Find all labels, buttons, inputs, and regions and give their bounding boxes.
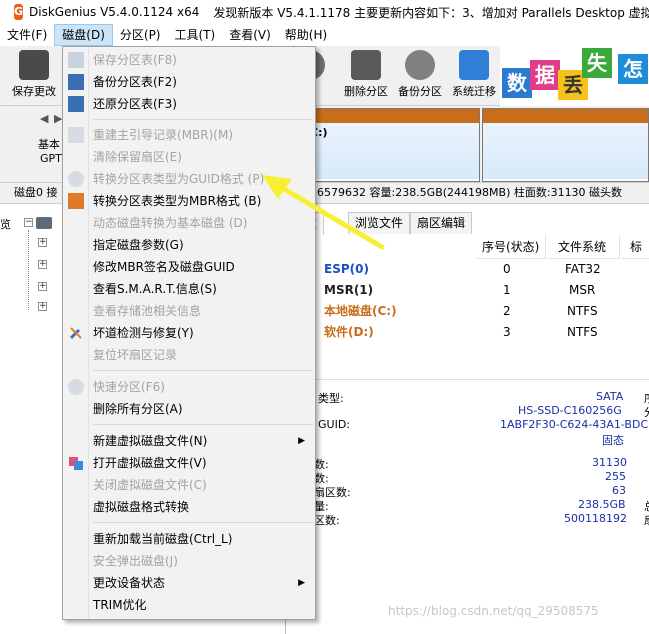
detail-label: 类型: [318, 392, 344, 405]
tab-sector-edit[interactable]: 扇区编辑 [410, 212, 473, 234]
detail-value: 63 [612, 484, 626, 497]
backup-partition-button[interactable]: 备份分区 [392, 48, 448, 102]
submenu-arrow-icon: ▶ [298, 578, 305, 588]
menu-item-change-device-state[interactable]: 更改设备状态 ▶ [63, 572, 315, 594]
partition-block-d[interactable] [482, 108, 649, 182]
menu-item-delete-all-partitions[interactable]: 删除所有分区(A) [63, 398, 315, 420]
disk-info-left: 磁盘0 接 [14, 186, 58, 199]
watermark: https://blog.csdn.net/qq_29508575 [388, 604, 599, 618]
prev-disk-icon[interactable]: ◀ [40, 112, 48, 125]
menu-item-open-virtual-disk[interactable]: 打开虚拟磁盘文件(V) [63, 452, 315, 474]
disk-menu-dropdown: 保存分区表(F8) 备份分区表(F2) 还原分区表(F3) 重建主引导记录(MB… [62, 46, 316, 620]
menu-file[interactable]: 文件(F) [0, 24, 54, 46]
banner-char: 失 [582, 48, 612, 78]
title-bar: G DiskGenius V5.4.0.1124 x64 发现新版本 V5.4.… [0, 0, 649, 24]
tree-expand-icon[interactable]: + [38, 260, 47, 269]
tree-edge-label: 览 [0, 218, 11, 231]
menu-item-reset-bad-sectors[interactable]: 复位坏扇区记录 [63, 344, 315, 366]
trash-icon [351, 50, 381, 80]
column-header-filesystem[interactable]: 文件系统 [548, 235, 620, 259]
detail-value: 1ABF2F30-C624-43A1-BDC [500, 418, 649, 431]
detail-value: 31130 [592, 456, 627, 469]
menu-item-virtual-disk-convert[interactable]: 虚拟磁盘格式转换 [63, 496, 315, 518]
submenu-arrow-icon: ▶ [298, 436, 305, 446]
annotation-arrow-icon [262, 175, 385, 250]
menu-item-new-virtual-disk[interactable]: 新建虚拟磁盘文件(N) ▶ [63, 430, 315, 452]
hard-disk-icon[interactable] [36, 217, 52, 229]
menu-item-modify-mbr-signature[interactable]: 修改MBR签名及磁盘GUID [63, 256, 315, 278]
detail-value: 238.5GB [578, 498, 626, 511]
table-row[interactable]: ESP(0) 0 FAT32 [286, 259, 649, 280]
table-restore-icon [68, 96, 84, 112]
banner-char: 数 [502, 68, 532, 98]
update-notice[interactable]: 发现新版本 V5.4.1.1178 主要更新内容如下：3、增加对 Paralle… [213, 4, 649, 21]
menu-view[interactable]: 查看(V) [222, 24, 278, 46]
menu-item-storage-pool-info[interactable]: 查看存储池相关信息 [63, 300, 315, 322]
table-row[interactable]: MSR(1) 1 MSR [286, 280, 649, 301]
save-changes-button[interactable]: 保存更改 [6, 48, 62, 102]
detail-label: GUID: [318, 418, 350, 431]
partition-block-label: (C:) [305, 126, 328, 139]
virtual-disk-icon [68, 455, 84, 471]
detail-label: 扇 [644, 512, 649, 528]
menu-item-reload-disk[interactable]: 重新加载当前磁盘(Ctrl_L) [63, 528, 315, 550]
detail-value: 500118192 [564, 512, 627, 525]
menu-item-backup-partition-table[interactable]: 备份分区表(F2) [63, 71, 315, 93]
tree-expand-icon[interactable]: + [38, 282, 47, 291]
delete-partition-button[interactable]: 删除分区 [338, 48, 394, 102]
convert-icon [68, 171, 84, 187]
menu-disk[interactable]: 磁盘(D) [54, 24, 113, 46]
table-row[interactable]: 本地磁盘(C:) 2 NTFS [286, 301, 649, 322]
ad-banner[interactable]: 数 据 丢 失 怎 [500, 46, 649, 106]
table-backup-icon [68, 74, 84, 90]
table-row[interactable]: 软件(D:) 3 NTFS [286, 322, 649, 343]
column-header-flag[interactable]: 标识 [622, 235, 649, 259]
menu-item-rebuild-mbr[interactable]: 重建主引导记录(MBR)(M) [63, 124, 315, 146]
diskgenius-logo-icon: G [14, 4, 24, 20]
menu-item-safely-eject[interactable]: 安全弹出磁盘(J) [63, 550, 315, 572]
menu-item-save-partition-table[interactable]: 保存分区表(F8) [63, 49, 315, 71]
convert-icon [68, 193, 84, 209]
disk-type-label: 基本 [38, 138, 60, 151]
tree-expand-icon[interactable]: + [38, 238, 47, 247]
partition-details-pane: 参数 浏览文件 扇区编辑 序号(状态) 文件系统 标识 ESP(0) 0 FAT… [286, 204, 649, 634]
detail-label: 区数: [314, 514, 340, 527]
system-migration-button[interactable]: 系统迁移 [446, 48, 502, 102]
save-icon [68, 52, 84, 68]
monitor-icon [459, 50, 489, 80]
tree-collapse-icon[interactable]: − [24, 218, 33, 227]
save-icon [19, 50, 49, 80]
menu-item-smart-info[interactable]: 查看S.M.A.R.T.信息(S) [63, 278, 315, 300]
partition-table-label: GPT [40, 152, 62, 165]
menu-partition[interactable]: 分区(P) [113, 24, 168, 46]
window-title: DiskGenius V5.4.0.1124 x64 [29, 5, 200, 19]
tree-expand-icon[interactable]: + [38, 302, 47, 311]
quick-partition-icon [68, 379, 84, 395]
menu-help[interactable]: 帮助(H) [278, 24, 334, 46]
menu-item-quick-partition[interactable]: 快速分区(F6) [63, 376, 315, 398]
banner-char: 怎 [618, 54, 648, 84]
rebuild-icon [68, 127, 84, 143]
wrench-icon [68, 325, 84, 341]
menu-item-restore-partition-table[interactable]: 还原分区表(F3) [63, 93, 315, 115]
menu-tools[interactable]: 工具(T) [168, 24, 223, 46]
detail-value: 255 [605, 470, 626, 483]
detail-value: 固态 [602, 434, 624, 447]
detail-value: SATA [596, 390, 624, 403]
backup-disk-icon [405, 50, 435, 80]
column-header-index[interactable]: 序号(状态) [476, 235, 546, 259]
banner-char: 据 [530, 60, 560, 90]
menu-bar: 文件(F) 磁盘(D) 分区(P) 工具(T) 查看(V) 帮助(H) [0, 24, 649, 46]
detail-value: HS-SSD-C160256G [518, 404, 622, 417]
menu-item-close-virtual-disk[interactable]: 关闭虚拟磁盘文件(C) [63, 474, 315, 496]
menu-item-bad-sector-repair[interactable]: 坏道检测与修复(Y) [63, 322, 315, 344]
menu-item-trim-optimize[interactable]: TRIM优化 [63, 594, 315, 616]
